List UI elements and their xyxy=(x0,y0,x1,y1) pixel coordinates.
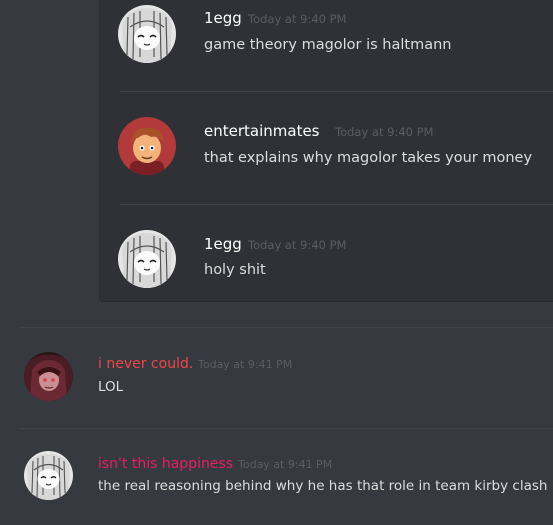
message-text: that explains why magolor takes your mon… xyxy=(204,150,533,166)
sketch-girl-avatar[interactable] xyxy=(24,451,73,500)
message-timestamp: Today at 9:41 PM xyxy=(238,458,333,471)
message-author[interactable]: i never could. xyxy=(98,355,193,373)
message-text: LOL xyxy=(98,379,124,395)
message-text: game theory magolor is haltmann xyxy=(204,37,452,53)
message-text: holy shit xyxy=(204,262,266,278)
message-author[interactable]: 1egg xyxy=(204,9,242,27)
message-divider xyxy=(20,428,553,429)
message-author[interactable]: isn't this happiness xyxy=(98,455,233,473)
cartoon-boy-avatar[interactable] xyxy=(118,117,176,175)
message-divider xyxy=(20,327,553,328)
message-timestamp: Today at 9:40 PM xyxy=(335,125,434,139)
message-divider xyxy=(120,204,553,205)
message-divider xyxy=(120,91,553,92)
message-timestamp: Today at 9:40 PM xyxy=(248,238,347,252)
message-author[interactable]: 1egg xyxy=(204,235,242,253)
message-timestamp: Today at 9:40 PM xyxy=(248,12,347,26)
message-timestamp: Today at 9:41 PM xyxy=(198,358,293,371)
message-text: the real reasoning behind why he has tha… xyxy=(98,478,548,494)
sketch-girl-avatar[interactable] xyxy=(118,230,176,288)
dark-anime-avatar[interactable] xyxy=(24,352,73,401)
message-author[interactable]: entertainmates xyxy=(204,122,320,140)
sketch-girl-avatar[interactable] xyxy=(118,5,176,63)
